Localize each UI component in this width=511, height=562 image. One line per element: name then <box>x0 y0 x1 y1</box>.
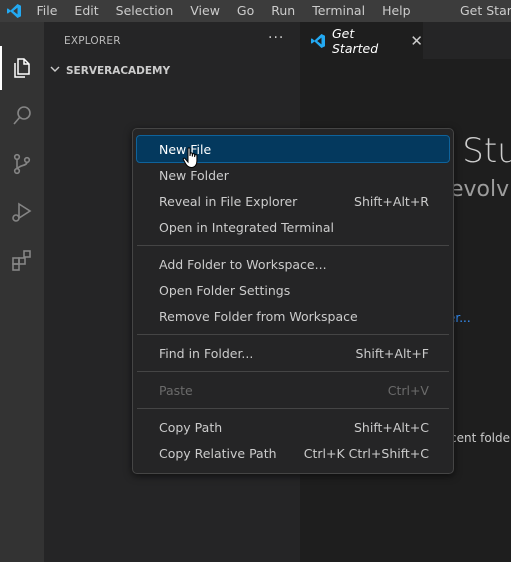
menu-separator <box>137 371 449 372</box>
menu-item-copy-relative-path[interactable]: Copy Relative Path Ctrl+K Ctrl+Shift+C <box>137 440 449 466</box>
menu-help[interactable]: Help <box>374 0 420 22</box>
menu-item-copy-path[interactable]: Copy Path Shift+Alt+C <box>137 414 449 440</box>
get-started-subtitle: evolv <box>450 177 510 202</box>
explorer-icon[interactable] <box>6 52 38 84</box>
close-icon[interactable]: ✕ <box>410 32 423 50</box>
menu-item-open-folder-settings[interactable]: Open Folder Settings <box>137 277 449 303</box>
editor-tabs: Get Started ✕ <box>300 22 511 59</box>
tab-label: Get Started <box>332 25 379 56</box>
workspace-folder-row[interactable]: SERVERACADEMY <box>48 62 170 79</box>
title-bar: File Edit Selection View Go Run Terminal… <box>0 0 511 22</box>
window-title: Get Starte <box>460 3 511 18</box>
sidebar-title: EXPLORER <box>64 35 121 47</box>
active-indicator <box>0 46 2 90</box>
menu-separator <box>137 245 449 246</box>
menu-file[interactable]: File <box>28 0 66 22</box>
source-control-icon[interactable] <box>6 148 38 180</box>
search-icon[interactable] <box>6 100 38 132</box>
extensions-icon[interactable] <box>6 244 38 276</box>
menu-selection[interactable]: Selection <box>107 0 182 22</box>
activity-bar <box>0 22 44 562</box>
hand-cursor-icon <box>182 147 200 173</box>
menu-view[interactable]: View <box>182 0 229 22</box>
menu-item-remove-folder-from-workspace[interactable]: Remove Folder from Workspace <box>137 303 449 329</box>
menu-item-find-in-folder[interactable]: Find in Folder... Shift+Alt+F <box>137 340 449 366</box>
more-actions-icon[interactable]: ··· <box>268 30 284 46</box>
menu-run[interactable]: Run <box>263 0 304 22</box>
vscode-tab-icon <box>310 33 326 49</box>
tab-get-started[interactable]: Get Started ✕ <box>300 22 423 59</box>
vscode-logo-icon <box>0 0 28 22</box>
menu-item-reveal-in-file-explorer[interactable]: Reveal in File Explorer Shift+Alt+R <box>137 188 449 214</box>
menu-item-open-in-terminal[interactable]: Open in Integrated Terminal <box>137 214 449 240</box>
menu-separator <box>137 408 449 409</box>
recent-folders-text: cent folde <box>450 431 511 445</box>
menu-terminal[interactable]: Terminal <box>304 0 374 22</box>
chevron-down-icon <box>48 62 62 79</box>
menu-separator <box>137 334 449 335</box>
menu-item-paste: Paste Ctrl+V <box>159 382 429 398</box>
menu-edit[interactable]: Edit <box>66 0 107 22</box>
explorer-context-menu: New File New Folder Reveal in File Explo… <box>132 128 454 474</box>
folder-name: SERVERACADEMY <box>66 64 171 77</box>
menu-item-add-folder-to-workspace[interactable]: Add Folder to Workspace... <box>137 251 449 277</box>
run-debug-icon[interactable] <box>6 196 38 228</box>
menu-go[interactable]: Go <box>228 0 262 22</box>
